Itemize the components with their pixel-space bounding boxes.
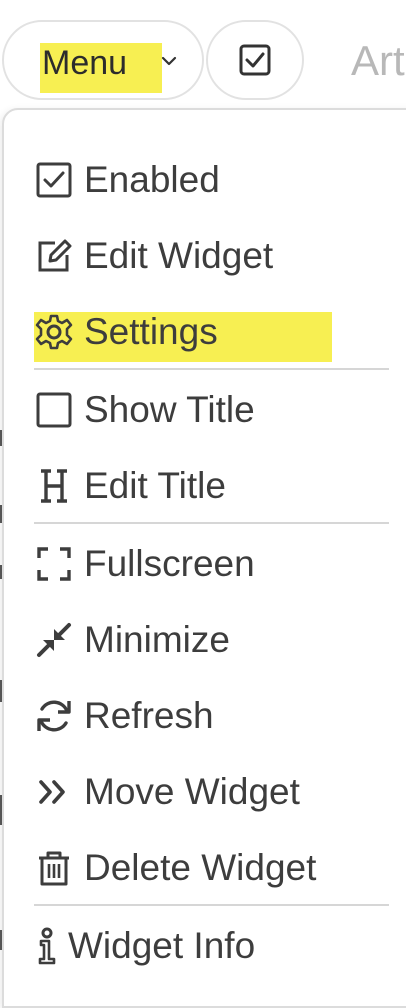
- menu-item-fullscreen[interactable]: Fullscreen: [34, 532, 255, 596]
- menu-item-label: Delete Widget: [84, 847, 317, 888]
- menu-item-label: Refresh: [84, 695, 214, 736]
- menu-item-label: Widget Info: [68, 925, 256, 966]
- menu-item-widget-info[interactable]: Widget Info: [34, 914, 255, 978]
- menu-item-label: Move Widget: [84, 771, 300, 812]
- gear-icon: [34, 312, 74, 352]
- menu-item-edit-title[interactable]: Edit Title: [34, 454, 226, 518]
- menu-item-delete-widget[interactable]: Delete Widget: [34, 836, 316, 900]
- menu-item-label: Minimize: [84, 619, 230, 660]
- menu-button[interactable]: Menu: [2, 20, 204, 100]
- minimize-icon: [34, 620, 74, 660]
- checkbox-checked-icon: [239, 44, 271, 76]
- info-icon: [34, 926, 60, 966]
- chevron-down-icon: [161, 56, 177, 66]
- widget-title-partial: Art: [351, 37, 405, 84]
- refresh-icon: [34, 696, 74, 736]
- edit-icon: [34, 236, 74, 276]
- double-chevron-right-icon: [34, 772, 74, 812]
- menu-button-label: Menu: [40, 43, 162, 93]
- menu-item-edit-widget[interactable]: Edit Widget: [34, 224, 273, 288]
- widget-menu-dropdown: Enabled Edit Widget Settings Show Title …: [2, 108, 406, 1008]
- menu-item-move-widget[interactable]: Move Widget: [34, 760, 300, 824]
- checkbox-checked-icon: [34, 160, 74, 200]
- menu-item-show-title[interactable]: Show Title: [34, 378, 255, 442]
- menu-divider: [34, 522, 389, 524]
- menu-item-label: Edit Title: [84, 465, 226, 506]
- enabled-toggle-button[interactable]: [206, 20, 304, 100]
- menu-item-label: Show Title: [84, 389, 255, 430]
- checkbox-empty-icon: [34, 390, 74, 430]
- menu-item-label: Settings: [84, 311, 218, 352]
- menu-item-enabled[interactable]: Enabled: [34, 148, 220, 212]
- widget-toolbar: Menu Art: [0, 0, 406, 110]
- menu-divider: [34, 904, 389, 906]
- menu-item-label: Enabled: [84, 159, 220, 200]
- menu-divider: [34, 368, 389, 370]
- menu-item-label: Edit Widget: [84, 235, 274, 276]
- heading-icon: [34, 466, 74, 506]
- menu-item-refresh[interactable]: Refresh: [34, 684, 214, 748]
- menu-item-minimize[interactable]: Minimize: [34, 608, 230, 672]
- menu-item-settings[interactable]: Settings: [34, 300, 218, 364]
- fullscreen-icon: [34, 544, 74, 584]
- trash-icon: [34, 848, 74, 888]
- menu-item-label: Fullscreen: [84, 543, 255, 584]
